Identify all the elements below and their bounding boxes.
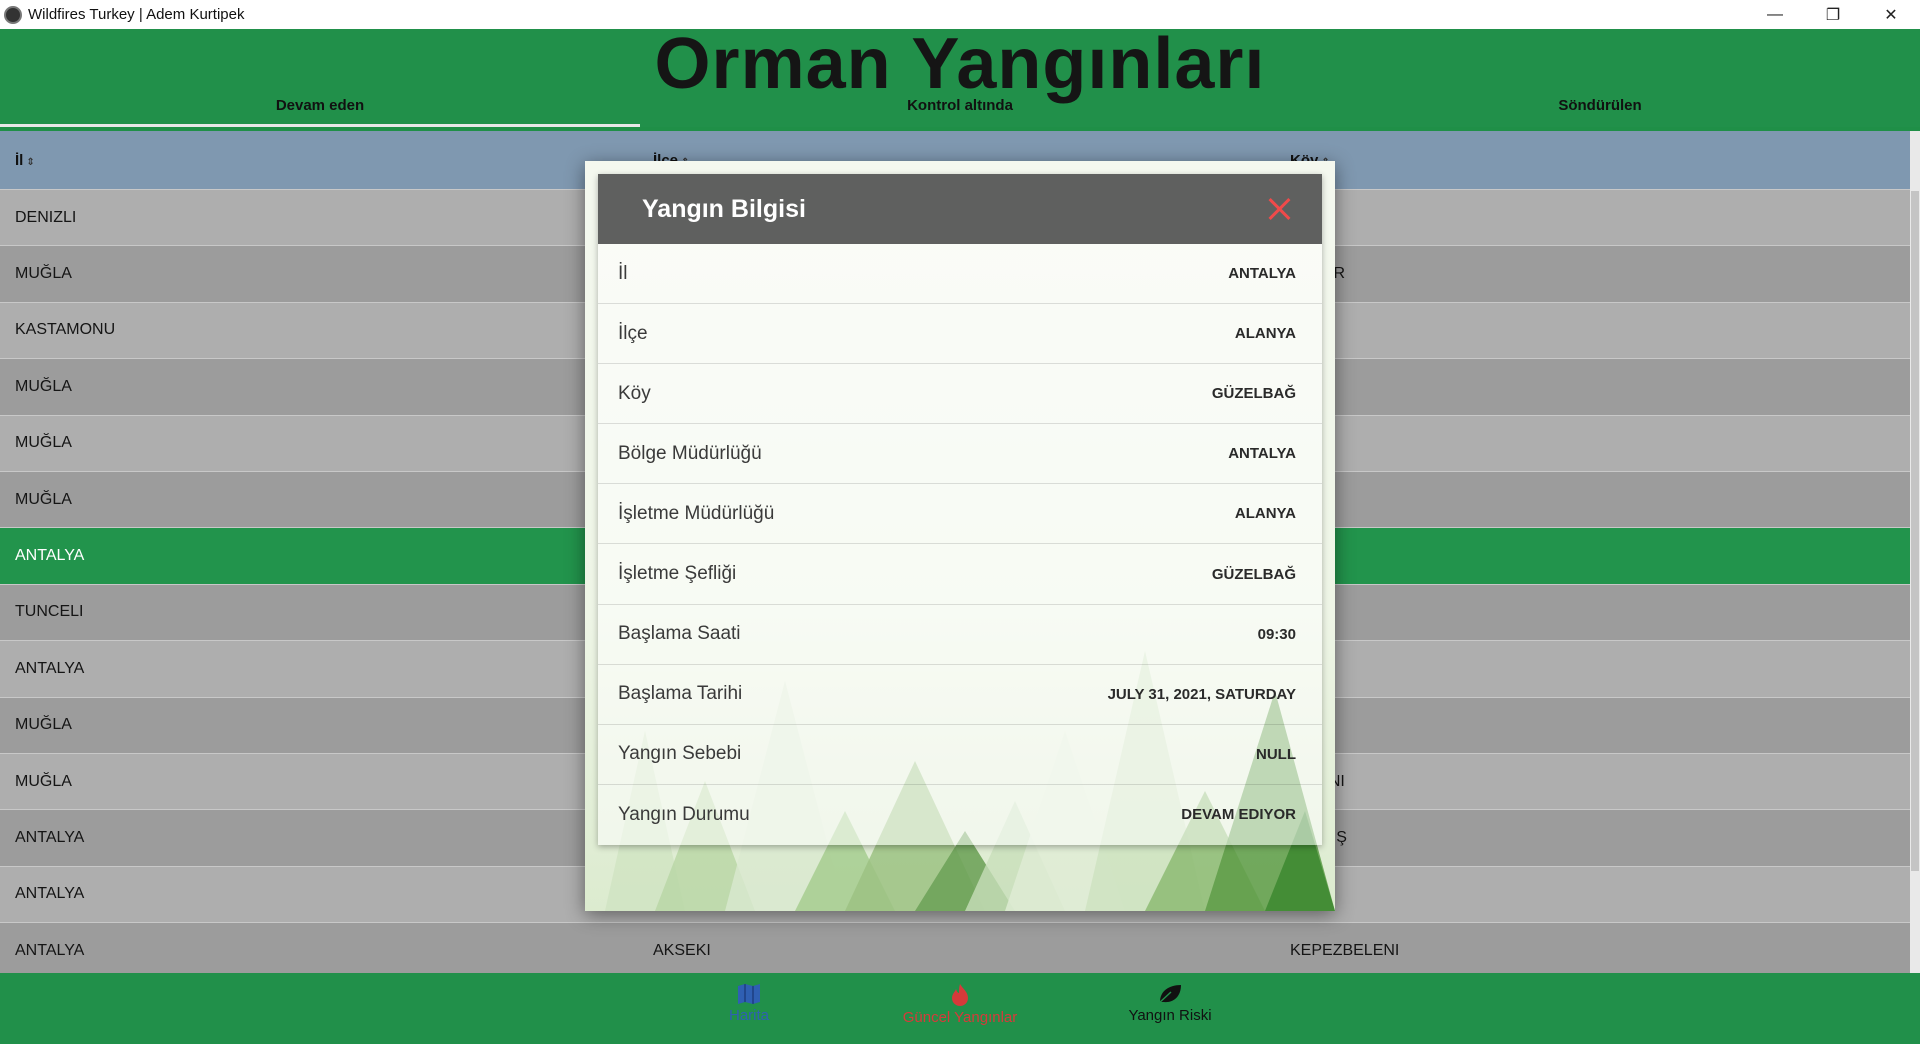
info-row: İşletme Şefliği GÜZELBAĞ [598, 544, 1322, 605]
table-cell-koy: UM [1275, 491, 1910, 509]
info-value: 09:30 [1257, 625, 1296, 643]
table-cell-il: MUĞLA [15, 265, 72, 283]
info-label: Bölge Müdürlüğü [618, 442, 762, 464]
info-label: İlçe [618, 322, 648, 344]
table-cell-koy: KÖY [1275, 885, 1910, 903]
info-value: ALANYA [1234, 325, 1296, 343]
table-cell-il: KASTAMONU [15, 321, 116, 339]
table-cell-koy: KONUŞ [1275, 829, 1910, 847]
table-cell-koy: KEPEZBELENI [1290, 941, 1400, 959]
table-cell-koy: AK [1275, 321, 1910, 339]
nav-item-harita[interactable]: Harita [639, 983, 859, 1024]
info-row: Yangın Sebebi NULL [598, 725, 1322, 785]
info-row: İşletme Müdürlüğü ALANYA [598, 484, 1322, 545]
fire-info-card: Yangın Bilgisi İl ANTALYA İlçe ALANYA Köy GÜZ… [598, 174, 1322, 845]
nav-item-guncel-yanginlar[interactable]: Güncel Yangınlar [850, 983, 1070, 1026]
info-row: Başlama Saati 09:30 [598, 605, 1322, 665]
table-cell-koy: TALANI [1275, 773, 1910, 791]
table-cell-koy: LER [1275, 434, 1910, 452]
table-cell-il: DENIZLI [15, 208, 77, 226]
fire-icon [952, 984, 968, 1006]
table-cell-ilce: AKSEKI [653, 941, 711, 959]
close-window-button[interactable]: ✕ [1862, 0, 1920, 29]
info-row: Bölge Müdürlüğü ANTALYA [598, 424, 1322, 485]
info-label: Yangın Durumu [618, 803, 750, 825]
info-label: İşletme Müdürlüğü [618, 502, 775, 524]
column-header-koy[interactable]: Köy⇕ [1275, 152, 1910, 169]
info-label: İşletme Şefliği [618, 563, 737, 585]
info-label: Başlama Saati [618, 623, 741, 645]
nav-label-guncel-yanginlar: Güncel Yangınlar [902, 1009, 1018, 1026]
table-cell-il: ANTALYA [15, 547, 85, 565]
info-label: Köy [618, 382, 651, 404]
app-header: Orman Yangınları Devam eden Kontrol altı… [0, 29, 1920, 127]
info-value: NULL [1256, 745, 1296, 763]
table-cell-il: MUĞLA [15, 716, 72, 734]
info-row: İl ANTALYA [598, 244, 1322, 305]
info-value: ANTALYA [1228, 445, 1296, 463]
nav-item-yangin-riski[interactable]: Yangın Riski [1060, 983, 1280, 1024]
info-value: ALANYA [1234, 505, 1296, 523]
nav-label-harita: Harita [728, 1007, 769, 1024]
table-cell-koy: KLÜ [1275, 660, 1910, 678]
info-value: GÜZELBAĞ [1211, 385, 1296, 403]
info-label: Başlama Tarihi [618, 683, 743, 705]
info-row: Yangın Durumu DEVAM EDIYOR [598, 785, 1322, 845]
window-titlebar: Wildfires Turkey | Adem Kurtipek — ❐ ✕ [0, 0, 1920, 29]
leaf-icon [1157, 985, 1181, 1005]
info-value: ANTALYA [1228, 265, 1296, 283]
window-title: Wildfires Turkey | Adem Kurtipek [28, 6, 245, 23]
status-tabs: Devam eden Kontrol altında Söndürülen [0, 91, 1920, 127]
table-cell-il: TUNCELI [15, 603, 84, 621]
table-scrollbar[interactable] [1910, 131, 1920, 973]
bottom-navigation: Harita Güncel Yangınlar Yangın Riski [0, 973, 1920, 1044]
table-row[interactable]: ANTALYA AKSEKI KEPEZBELENI [0, 922, 1910, 973]
table-cell-il: ANTALYA [15, 828, 85, 846]
tab-sondurulen[interactable]: Söndürülen [1280, 91, 1920, 127]
sort-icon: ⇕ [26, 156, 35, 168]
table-cell-koy: ÜBEY [1275, 209, 1910, 227]
info-value: DEVAM EDIYOR [1181, 806, 1296, 824]
modal-header: Yangın Bilgisi [598, 174, 1322, 244]
info-row: İlçe ALANYA [598, 304, 1322, 365]
map-icon [738, 984, 760, 1004]
table-cell-il: MUĞLA [15, 434, 72, 452]
info-value: JULY 31, 2021, SATURDAY [1107, 685, 1296, 703]
modal-title: Yangın Bilgisi [642, 194, 806, 223]
table-cell-il: ANTALYA [15, 885, 85, 903]
info-row: Köy GÜZELBAĞ [598, 364, 1322, 425]
scrollbar-thumb[interactable] [1911, 191, 1919, 871]
tab-kontrol-altinda[interactable]: Kontrol altında [640, 91, 1280, 127]
table-cell-il: ANTALYA [15, 941, 85, 959]
table-cell-il: MUĞLA [15, 772, 72, 790]
table-cell-il: MUĞLA [15, 490, 72, 508]
minimize-button[interactable]: — [1746, 0, 1804, 29]
app-icon [4, 5, 22, 24]
info-label: İl [618, 262, 628, 284]
table-cell-il: ANTALYA [15, 659, 85, 677]
info-value: GÜZELBAĞ [1211, 565, 1296, 583]
table-cell-il: MUĞLA [15, 377, 72, 395]
fire-info-modal: Yangın Bilgisi İl ANTALYA İlçe ALANYA Köy GÜZ… [585, 161, 1335, 911]
table-cell-koy: ER [1275, 378, 1910, 396]
nav-label-yangin-riski: Yangın Riski [1128, 1007, 1212, 1024]
restore-button[interactable]: ❐ [1804, 0, 1862, 29]
tab-devam-eden[interactable]: Devam eden [0, 91, 640, 127]
window-controls: — ❐ ✕ [1746, 0, 1920, 29]
info-row: Başlama Tarihi JULY 31, 2021, SATURDAY [598, 665, 1322, 725]
column-header-il[interactable]: İl ⇕ [0, 152, 638, 169]
info-label: Yangın Sebebi [618, 743, 742, 765]
table-cell-koy: RİNCİR [1275, 265, 1910, 283]
table-cell-koy: LBAĞ [1275, 547, 1910, 565]
info-fields: İl ANTALYA İlçe ALANYA Köy GÜZELBAĞ Bölge Müdü… [598, 244, 1322, 845]
close-icon[interactable] [1264, 194, 1294, 224]
